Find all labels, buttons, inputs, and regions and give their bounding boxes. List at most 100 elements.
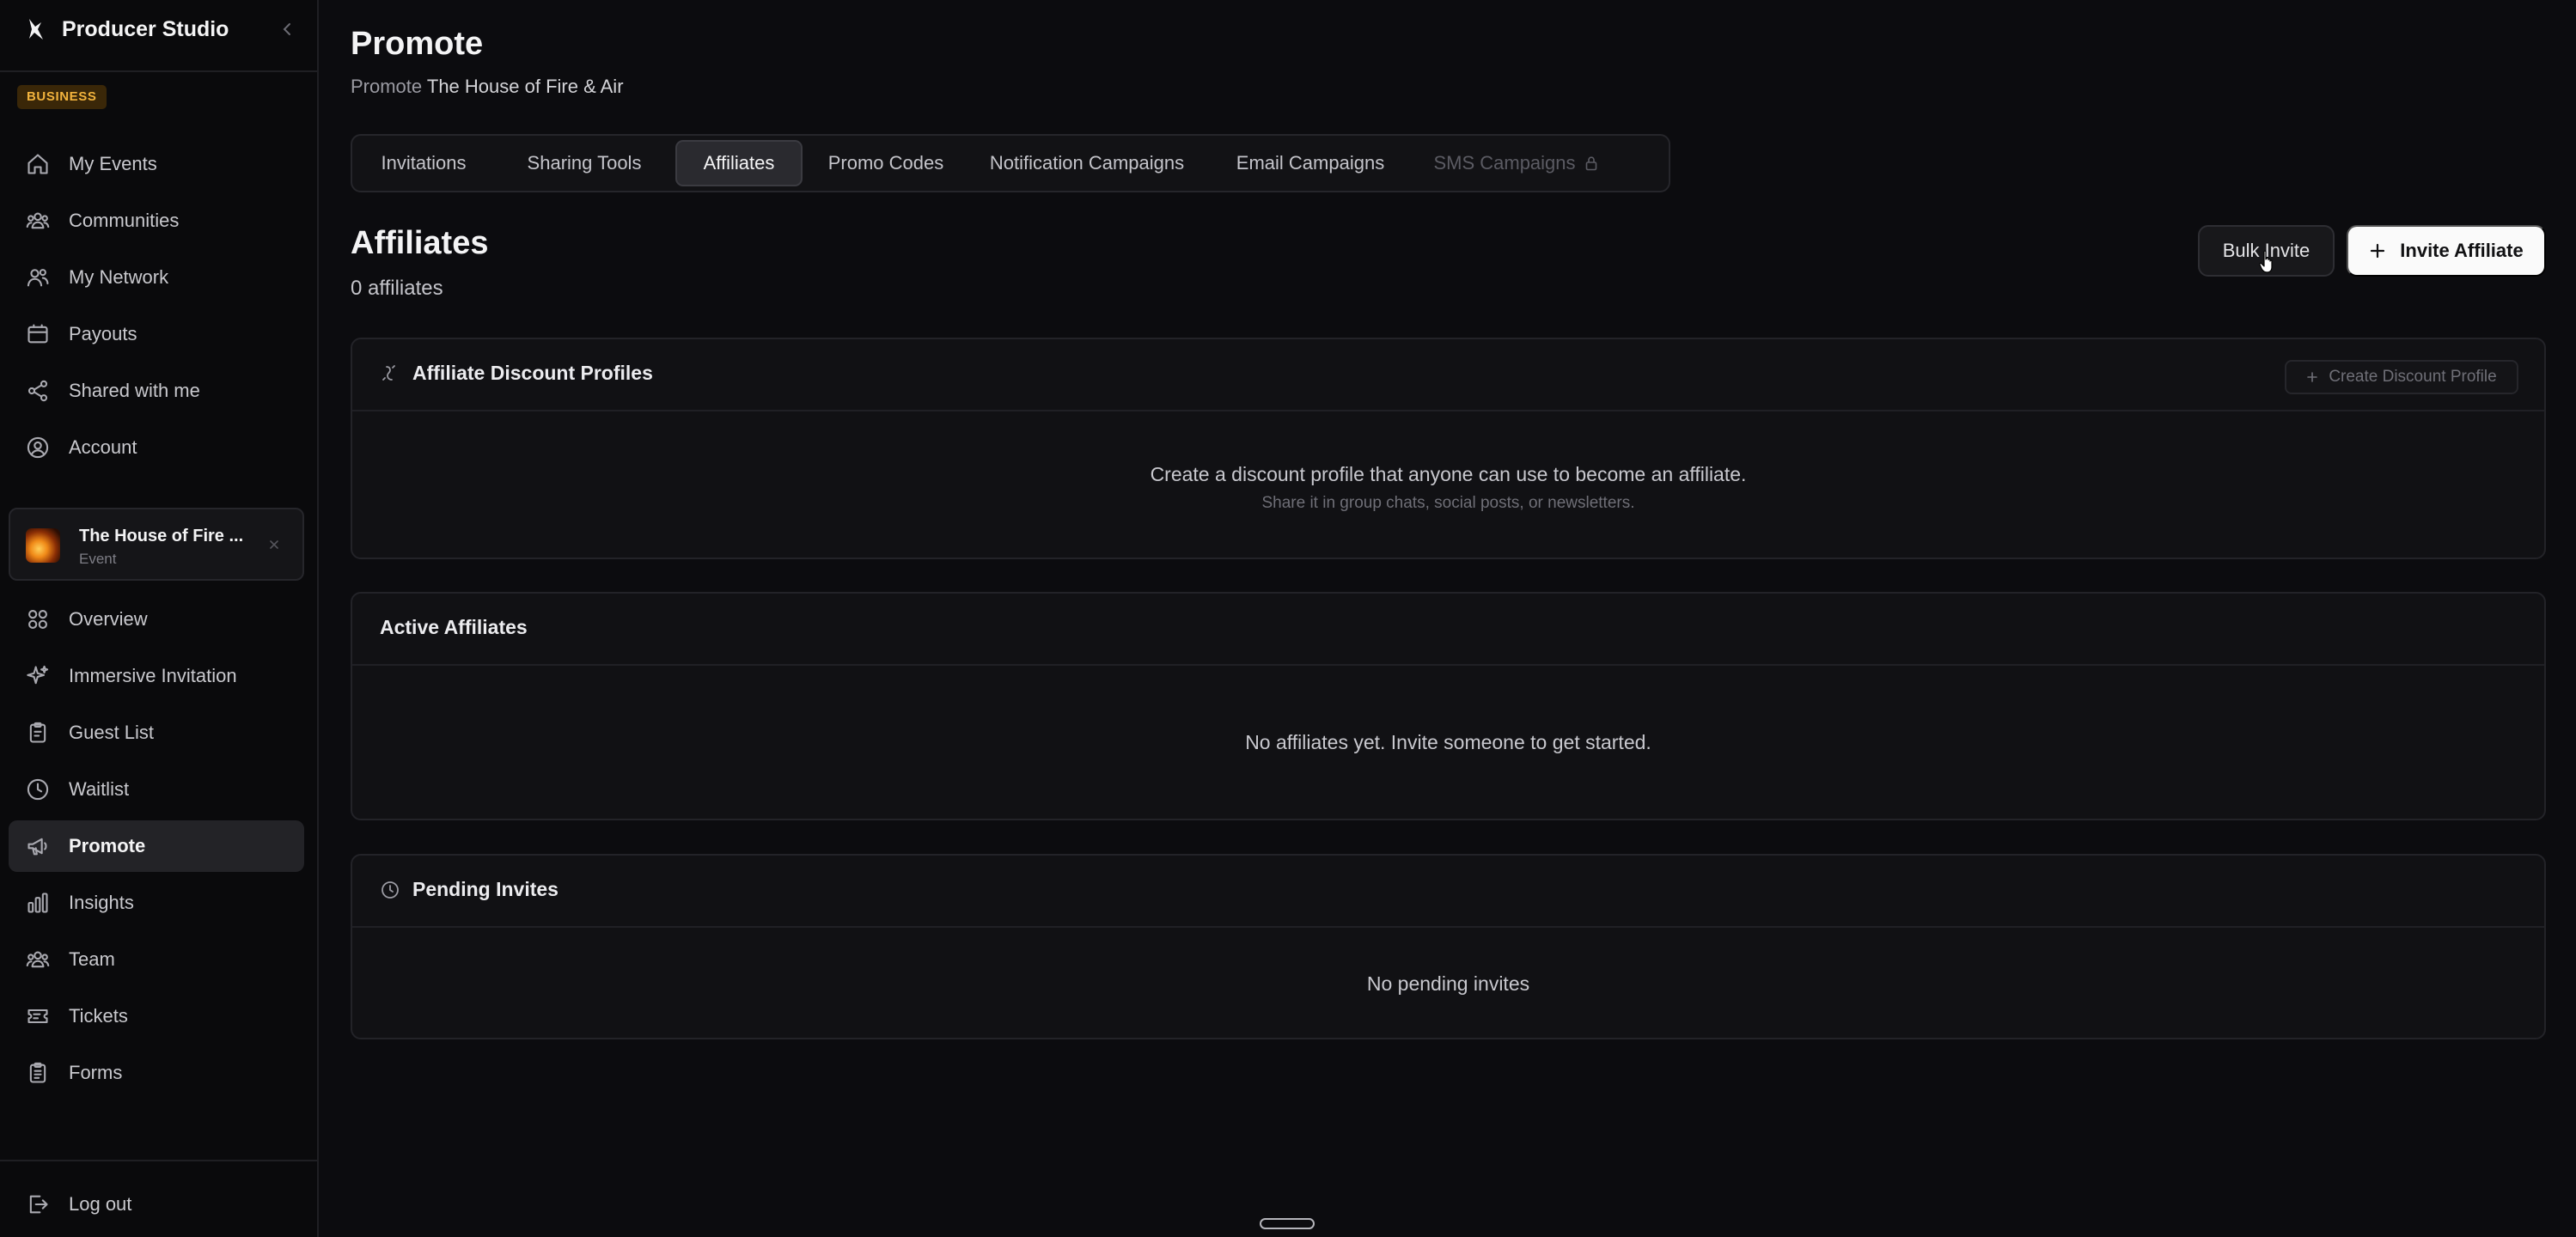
tab-sms-campaigns-label: SMS Campaigns xyxy=(1433,152,1576,174)
logout-icon xyxy=(26,1192,50,1216)
active-affiliates-card: Active Affiliates No affiliates yet. Inv… xyxy=(351,592,2546,820)
divider xyxy=(0,1160,317,1161)
grid-icon xyxy=(26,607,50,631)
sidebar-item-label: Waitlist xyxy=(69,778,130,800)
share-icon xyxy=(26,379,50,403)
subtitle-prefix: Promote xyxy=(351,76,423,97)
plus-icon xyxy=(2371,243,2385,259)
sidebar-item-shared-with-me[interactable]: Shared with me xyxy=(9,365,304,417)
create-discount-profile-label: Create Discount Profile xyxy=(2329,368,2497,386)
empty-state-subtext: Share it in group chats, social posts, o… xyxy=(1261,494,1635,512)
sidebar-item-my-events[interactable]: My Events xyxy=(9,138,304,190)
page-title: Promote xyxy=(351,26,484,62)
affiliates-title: Affiliates xyxy=(351,225,489,261)
page-subtitle: Promote The House of Fire & Air xyxy=(351,76,624,98)
create-discount-profile-button[interactable]: Create Discount Profile xyxy=(2285,360,2518,394)
sidebar-item-my-network[interactable]: My Network xyxy=(9,252,304,303)
sidebar-item-label: Payouts xyxy=(69,323,137,344)
brand-name: Producer Studio xyxy=(62,16,229,41)
card-title: Active Affiliates xyxy=(380,616,528,638)
invite-affiliate-label: Invite Affiliate xyxy=(2400,240,2524,261)
sidebar-item-label: Account xyxy=(69,436,137,458)
megaphone-icon xyxy=(26,834,50,858)
sidebar-item-account[interactable]: Account xyxy=(9,422,304,473)
sidebar-item-tickets[interactable]: Tickets xyxy=(9,990,304,1042)
sidebar-item-label: Communities xyxy=(69,210,180,231)
card-header: Pending Invites xyxy=(352,856,2544,928)
plus-icon xyxy=(2307,372,2318,382)
empty-state-text: Create a discount profile that anyone ca… xyxy=(1150,463,1747,485)
clock-icon xyxy=(382,881,399,899)
collapse-sidebar-icon[interactable] xyxy=(275,17,299,41)
users-icon xyxy=(26,209,50,233)
lock-icon xyxy=(1585,156,1596,171)
event-thumbnail xyxy=(26,528,60,563)
clipboard-icon xyxy=(26,721,50,745)
link-icon xyxy=(382,365,395,381)
sidebar-item-waitlist[interactable]: Waitlist xyxy=(9,764,304,815)
sidebar-item-label: Team xyxy=(69,948,115,970)
sidebar-item-communities[interactable]: Communities xyxy=(9,195,304,247)
sidebar-item-overview[interactable]: Overview xyxy=(9,594,304,645)
event-type: Event xyxy=(79,551,117,567)
sidebar-item-label: My Network xyxy=(69,266,169,288)
sidebar-item-team[interactable]: Team xyxy=(9,934,304,985)
card-title: Affiliate Discount Profiles xyxy=(412,362,653,384)
pending-invites-card: Pending Invites No pending invites xyxy=(351,854,2546,1039)
subtitle-event-name: The House of Fire & Air xyxy=(426,76,624,97)
plan-badge: BUSINESS xyxy=(17,85,107,109)
sidebar-item-label: Insights xyxy=(69,892,134,913)
invite-affiliate-button[interactable]: Invite Affiliate xyxy=(2347,225,2546,277)
brand[interactable]: Producer Studio xyxy=(24,12,308,46)
tab-promo-codes[interactable]: Promo Codes xyxy=(816,140,955,186)
sidebar-item-label: Promote xyxy=(69,835,146,856)
sidebar-item-label: Overview xyxy=(69,608,148,630)
logout-label: Log out xyxy=(69,1193,132,1215)
tab-invitations[interactable]: Invitations xyxy=(363,140,485,186)
tab-email-campaigns[interactable]: Email Campaigns xyxy=(1220,140,1401,186)
sidebar-item-guest-list[interactable]: Guest List xyxy=(9,707,304,759)
bulk-invite-button[interactable]: Bulk Invite xyxy=(2198,225,2335,277)
card-title: Pending Invites xyxy=(412,878,559,900)
sidebar-item-forms[interactable]: Forms xyxy=(9,1047,304,1099)
payouts-icon xyxy=(26,322,50,346)
affiliates-count: 0 affiliates xyxy=(351,277,443,300)
tab-notification-campaigns[interactable]: Notification Campaigns xyxy=(968,140,1206,186)
ticket-icon xyxy=(26,1004,50,1028)
card-header: Active Affiliates xyxy=(352,594,2544,666)
discount-profiles-card: Affiliate Discount Profiles Create Disco… xyxy=(351,338,2546,559)
sidebar-item-label: Tickets xyxy=(69,1005,128,1027)
network-icon xyxy=(26,265,50,289)
divider xyxy=(0,70,317,72)
promote-tabs: Invitations Sharing Tools Affiliates Pro… xyxy=(351,134,1670,192)
sparkles-icon xyxy=(26,664,50,688)
bar-chart-icon xyxy=(26,891,50,915)
bottom-drag-handle[interactable] xyxy=(1260,1218,1315,1229)
tab-affiliates[interactable]: Affiliates xyxy=(675,140,803,186)
empty-state-text: No pending invites xyxy=(1366,972,1530,995)
home-icon xyxy=(26,152,50,176)
card-header: Affiliate Discount Profiles Create Disco… xyxy=(352,339,2544,411)
empty-state-text: No affiliates yet. Invite someone to get… xyxy=(1245,731,1651,753)
close-icon[interactable] xyxy=(268,539,280,551)
tab-sharing-tools[interactable]: Sharing Tools xyxy=(507,140,662,186)
sidebar-item-insights[interactable]: Insights xyxy=(9,877,304,929)
sidebar-item-label: Forms xyxy=(69,1062,123,1083)
team-icon xyxy=(26,948,50,972)
event-title: The House of Fire ... xyxy=(79,527,244,545)
sidebar-item-label: My Events xyxy=(69,153,157,174)
producer-logo-icon xyxy=(29,19,43,40)
clock-icon xyxy=(26,777,50,801)
forms-icon xyxy=(26,1061,50,1085)
sidebar-item-promote[interactable]: Promote xyxy=(9,820,304,872)
tab-sms-campaigns: SMS Campaigns xyxy=(1416,140,1615,186)
sidebar-item-label: Guest List xyxy=(69,722,155,743)
sidebar: Producer Studio BUSINESS My Events Commu… xyxy=(0,0,319,1237)
account-icon xyxy=(26,436,50,460)
sidebar-item-immersive-invitation[interactable]: Immersive Invitation xyxy=(9,650,304,702)
current-event-card[interactable]: The House of Fire ... Event xyxy=(9,508,304,581)
logout-button[interactable]: Log out xyxy=(9,1179,304,1230)
sidebar-item-label: Immersive Invitation xyxy=(69,665,237,686)
sidebar-item-label: Shared with me xyxy=(69,380,200,401)
sidebar-item-payouts[interactable]: Payouts xyxy=(9,308,304,360)
